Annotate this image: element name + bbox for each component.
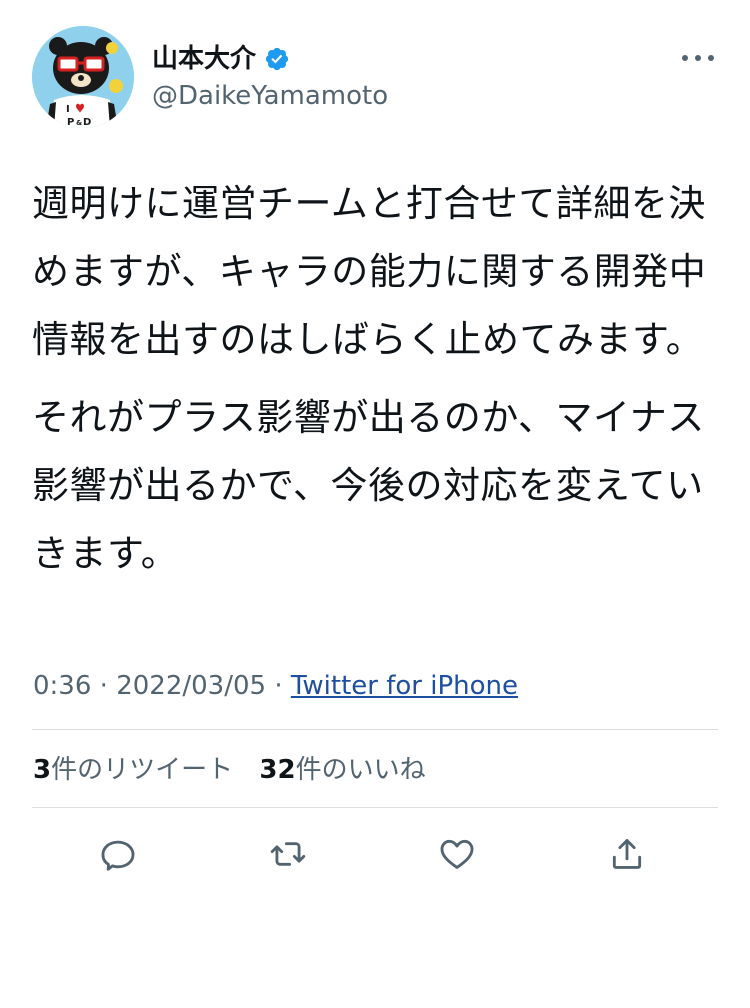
likes-label: 件のいいね	[295, 755, 426, 785]
tweet-paragraph: それがプラス影響が出るのか、マイナス影響が出るかで、今後の対応を変えていきます。	[32, 396, 705, 575]
reply-button[interactable]	[90, 826, 146, 882]
svg-text:I: I	[66, 104, 70, 115]
tweet-header: I P & D 山本大介 @DaikeYamamoto	[32, 26, 720, 128]
retweets-count: 3	[33, 755, 52, 785]
tweet-text: 週明けに運営チームと打合せて詳細を決めますが、キャラの能力に関する開発中情報を出…	[32, 170, 722, 588]
display-name-row: 山本大介	[152, 42, 388, 76]
tweet-actions	[32, 826, 718, 882]
tweet-source-link[interactable]: Twitter for iPhone	[291, 671, 518, 701]
tweet-stats: 3件のリツイート 32件のいいね	[33, 752, 444, 788]
avatar-image: I P & D	[32, 26, 134, 128]
divider	[32, 729, 718, 730]
tweet-time[interactable]: 0:36	[33, 671, 91, 701]
likes-count: 32	[259, 755, 296, 785]
meta-separator: ·	[274, 671, 283, 701]
avatar[interactable]: I P & D	[32, 26, 134, 128]
reply-icon	[101, 840, 135, 871]
divider	[32, 807, 718, 808]
svg-text:P: P	[67, 117, 74, 128]
retweets-label: 件のリツイート	[51, 755, 234, 785]
svg-text:D: D	[83, 117, 91, 128]
user-identity[interactable]: 山本大介 @DaikeYamamoto	[152, 42, 388, 112]
more-icon-dot	[695, 55, 701, 61]
retweet-icon	[270, 842, 306, 866]
like-button[interactable]	[429, 826, 485, 882]
retweet-button[interactable]	[260, 826, 316, 882]
user-handle[interactable]: @DaikeYamamoto	[152, 80, 388, 112]
more-icon-dot	[682, 55, 688, 61]
verified-badge-icon	[265, 47, 289, 71]
display-name[interactable]: 山本大介	[152, 42, 256, 76]
share-button[interactable]	[599, 826, 655, 882]
more-options-button[interactable]	[682, 48, 714, 68]
tweet-detail: I P & D 山本大介 @DaikeYamamoto 週明けに運営チームと打合…	[0, 0, 750, 1008]
retweets-stat[interactable]: 3件のリツイート	[33, 755, 233, 785]
tweet-date[interactable]: 2022/03/05	[116, 671, 266, 701]
likes-stat[interactable]: 32件のいいね	[259, 755, 425, 785]
heart-icon	[440, 839, 474, 869]
share-icon	[612, 839, 642, 869]
tweet-meta: 0:36 · 2022/03/05 · Twitter for iPhone	[33, 668, 518, 704]
more-icon-dot	[708, 55, 714, 61]
meta-separator: ·	[99, 671, 108, 701]
svg-text:&: &	[76, 119, 82, 127]
tweet-paragraph: 週明けに運営チームと打合せて詳細を決めますが、キャラの能力に関する開発中情報を出…	[32, 182, 707, 361]
